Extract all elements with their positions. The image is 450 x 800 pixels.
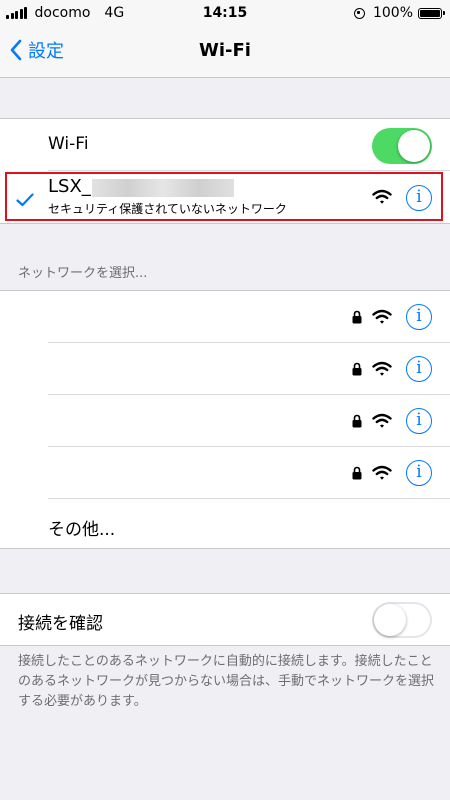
ask-to-join-group: 接続を確認 bbox=[0, 593, 450, 646]
wifi-icon bbox=[372, 465, 392, 480]
highlight-box bbox=[5, 172, 443, 221]
lock-icon bbox=[352, 414, 362, 428]
lock-icon bbox=[352, 362, 362, 376]
toggle-knob bbox=[398, 130, 430, 162]
network-list: i i i i その他... bbox=[0, 290, 450, 549]
wifi-label: Wi-Fi bbox=[48, 134, 89, 154]
ask-to-join-label: 接続を確認 bbox=[18, 614, 103, 634]
status-bar: docomo 4G 14:15 100% bbox=[0, 0, 450, 28]
network-row[interactable]: i bbox=[0, 291, 450, 343]
ask-to-join-toggle[interactable] bbox=[372, 602, 432, 638]
navigation-bar: 設定 Wi-Fi bbox=[0, 28, 450, 78]
ask-to-join-footer: 接続したことのあるネットワークに自動的に接続します。接続したことのあるネットワー… bbox=[18, 654, 435, 709]
rotation-lock-icon bbox=[353, 7, 365, 19]
battery-icon bbox=[418, 7, 445, 19]
wifi-icon bbox=[372, 413, 392, 428]
status-right: 100% bbox=[353, 5, 445, 21]
toggle-knob bbox=[374, 604, 406, 636]
section-header: ネットワークを選択... bbox=[18, 266, 148, 281]
ask-to-join-row: 接続を確認 bbox=[0, 594, 450, 646]
page-title: Wi-Fi bbox=[199, 40, 251, 61]
network-info-button[interactable]: i bbox=[406, 408, 432, 434]
network-row[interactable]: i bbox=[0, 395, 450, 447]
wifi-toggle-row: Wi-Fi bbox=[0, 119, 450, 171]
network-info-button[interactable]: i bbox=[406, 460, 432, 486]
wifi-toggle[interactable] bbox=[372, 128, 432, 164]
battery-percent: 100% bbox=[372, 5, 413, 21]
wifi-icon bbox=[372, 309, 392, 324]
network-info-button[interactable]: i bbox=[406, 356, 432, 382]
other-network-row[interactable]: その他... bbox=[0, 499, 450, 550]
network-info-button[interactable]: i bbox=[406, 304, 432, 330]
lock-icon bbox=[352, 310, 362, 324]
lock-icon bbox=[352, 466, 362, 480]
network-row[interactable]: i bbox=[0, 447, 450, 499]
wifi-icon bbox=[372, 361, 392, 376]
other-network-label: その他... bbox=[48, 520, 116, 540]
network-row[interactable]: i bbox=[0, 343, 450, 395]
